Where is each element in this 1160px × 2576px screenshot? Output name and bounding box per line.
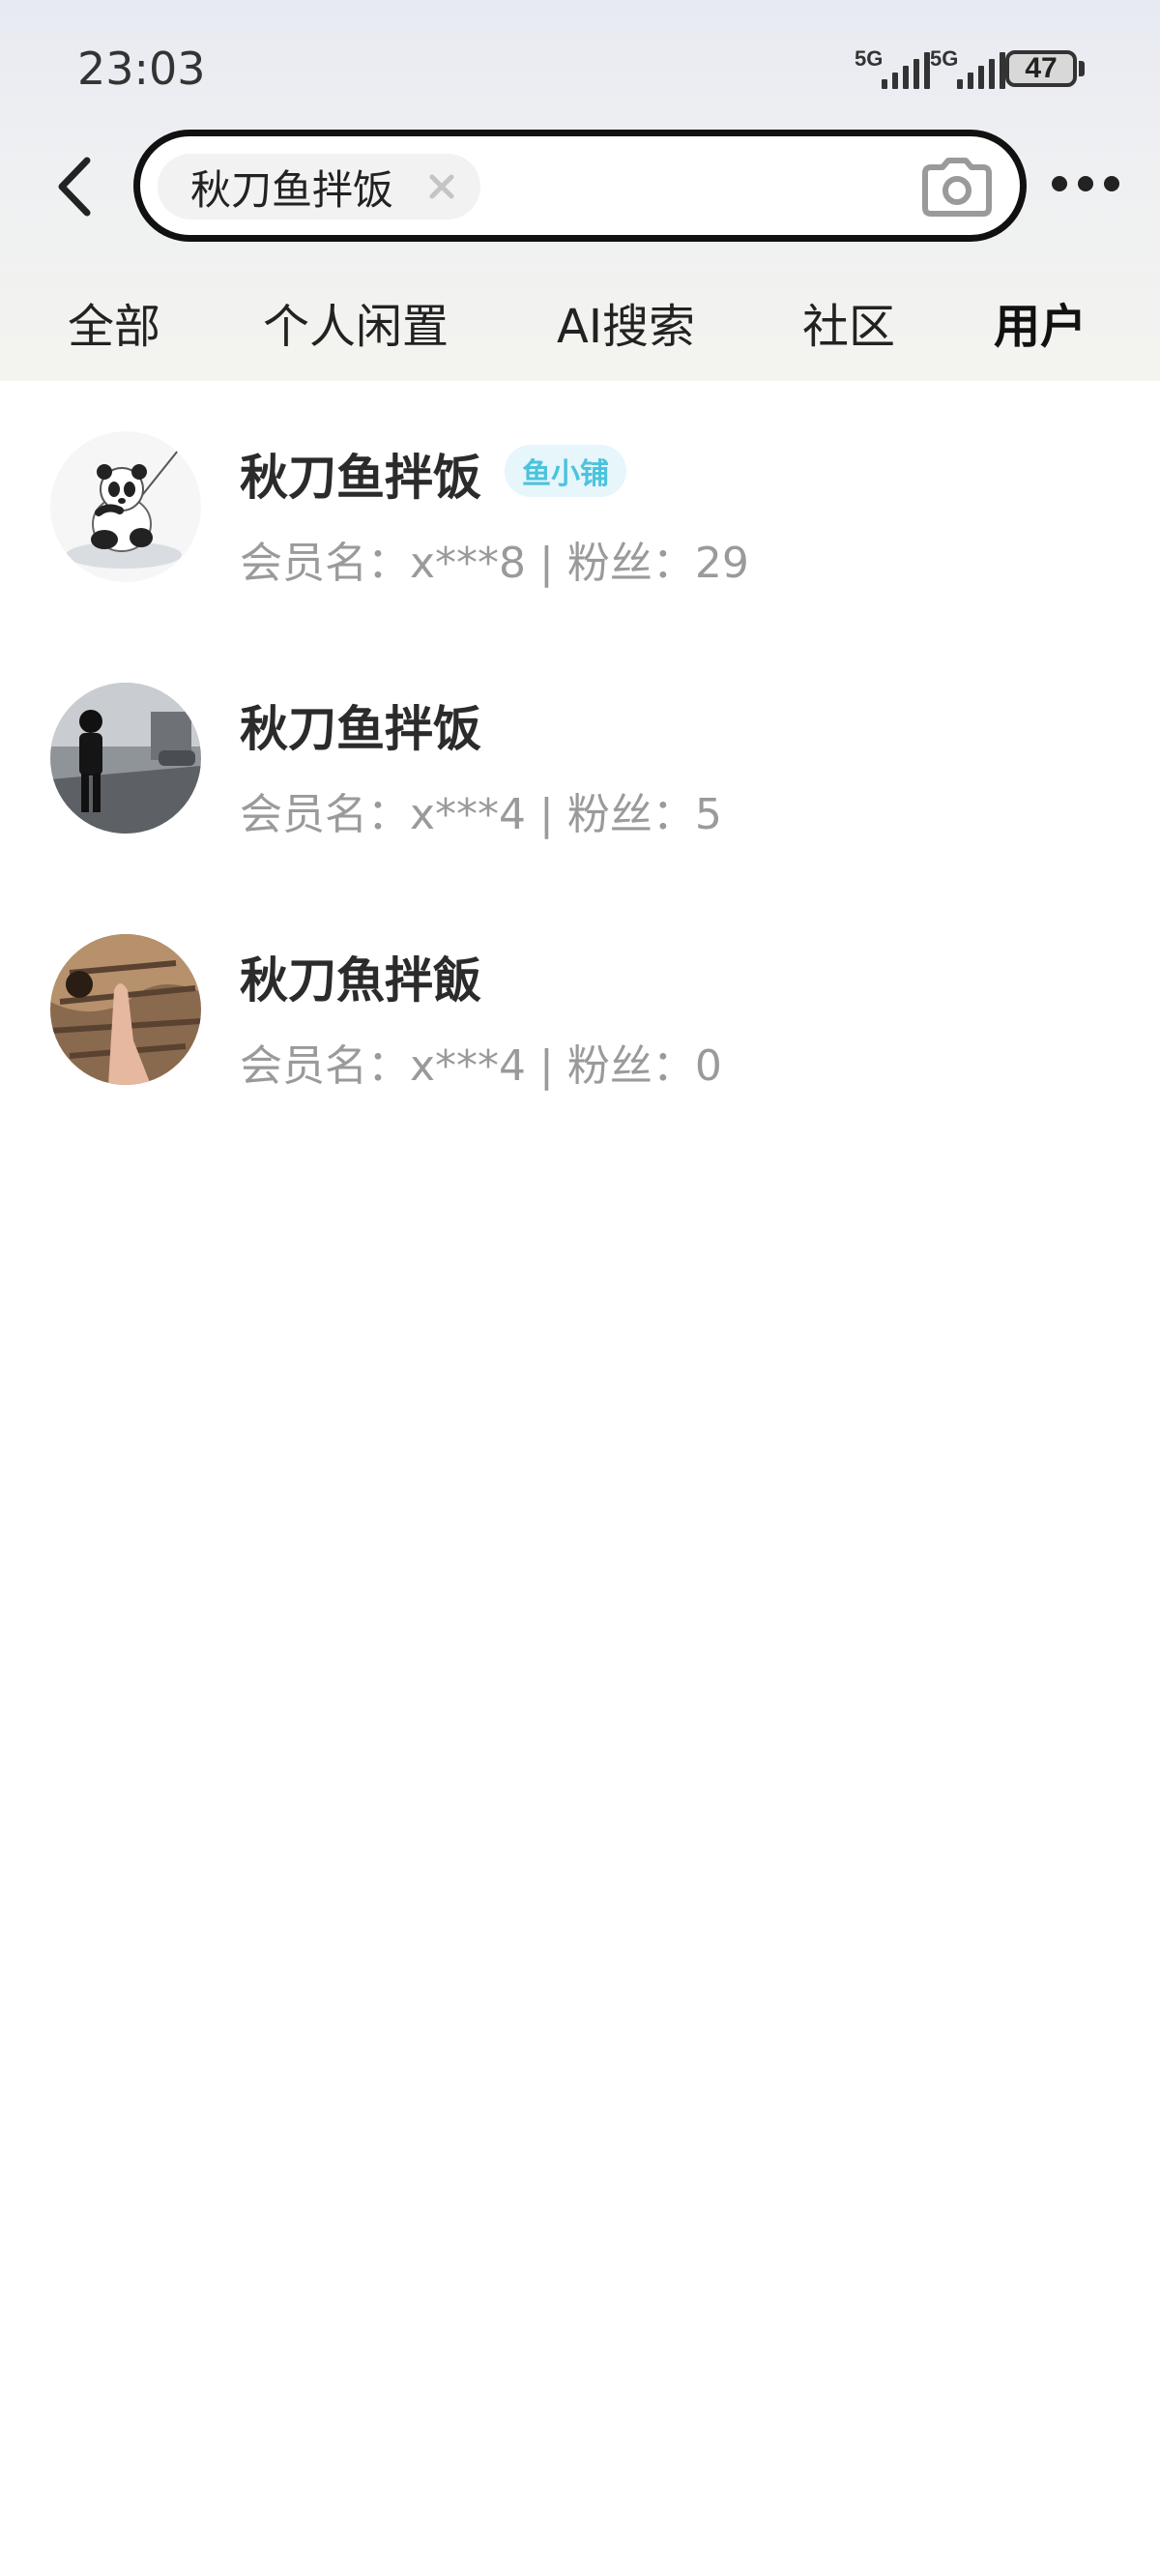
avatar[interactable]	[50, 431, 201, 582]
search-box[interactable]: 秋刀鱼拌饭	[133, 130, 1027, 242]
user-meta: 会员名：x***4 | 粉丝：0	[240, 1041, 722, 1091]
more-options-button[interactable]	[1052, 172, 1119, 195]
tab-users[interactable]: 用户	[987, 288, 1095, 356]
search-query-chip[interactable]: 秋刀鱼拌饭	[158, 154, 481, 220]
camera-icon[interactable]	[921, 158, 993, 218]
close-icon[interactable]	[422, 167, 461, 206]
user-meta: 会员名：x***4 | 粉丝：5	[240, 790, 722, 839]
battery-cap	[1079, 61, 1085, 76]
cat-hand-avatar	[50, 934, 201, 1085]
signal-2-icon: 5G	[930, 46, 1005, 93]
status-time: 23:03	[77, 43, 206, 95]
tab-all[interactable]: 全部	[68, 288, 160, 356]
more-dot	[1078, 176, 1093, 191]
signal-1-icon: 5G	[855, 46, 930, 93]
user-list-item[interactable]: 秋刀鱼拌饭 鱼小铺 会员名：x***8 | 粉丝：29	[0, 431, 1160, 625]
chevron-left-icon	[58, 157, 91, 217]
avatar[interactable]	[50, 683, 201, 834]
back-button[interactable]	[50, 155, 108, 219]
avatar[interactable]	[50, 934, 201, 1085]
tab-ai-search[interactable]: AI搜索	[557, 288, 695, 356]
more-dot	[1052, 176, 1067, 191]
search-query-text: 秋刀鱼拌饭	[190, 165, 394, 214]
person-standing-avatar	[50, 683, 201, 834]
user-list-item[interactable]: 秋刀鱼拌饭 会员名：x***4 | 粉丝：5	[0, 683, 1160, 876]
user-meta: 会员名：x***8 | 粉丝：29	[240, 539, 749, 588]
tab-personal-idle[interactable]: 个人闲置	[263, 288, 449, 356]
battery-icon: 47	[1005, 50, 1077, 87]
user-name: 秋刀魚拌飯	[240, 952, 481, 1009]
shop-badge: 鱼小铺	[505, 445, 626, 497]
user-name: 秋刀鱼拌饭	[240, 701, 481, 757]
panda-fishing-avatar	[50, 431, 201, 582]
more-dot	[1104, 176, 1119, 191]
user-list-item[interactable]: 秋刀魚拌飯 会员名：x***4 | 粉丝：0	[0, 934, 1160, 1127]
user-name: 秋刀鱼拌饭	[240, 450, 481, 506]
tab-community[interactable]: 社区	[802, 288, 895, 356]
